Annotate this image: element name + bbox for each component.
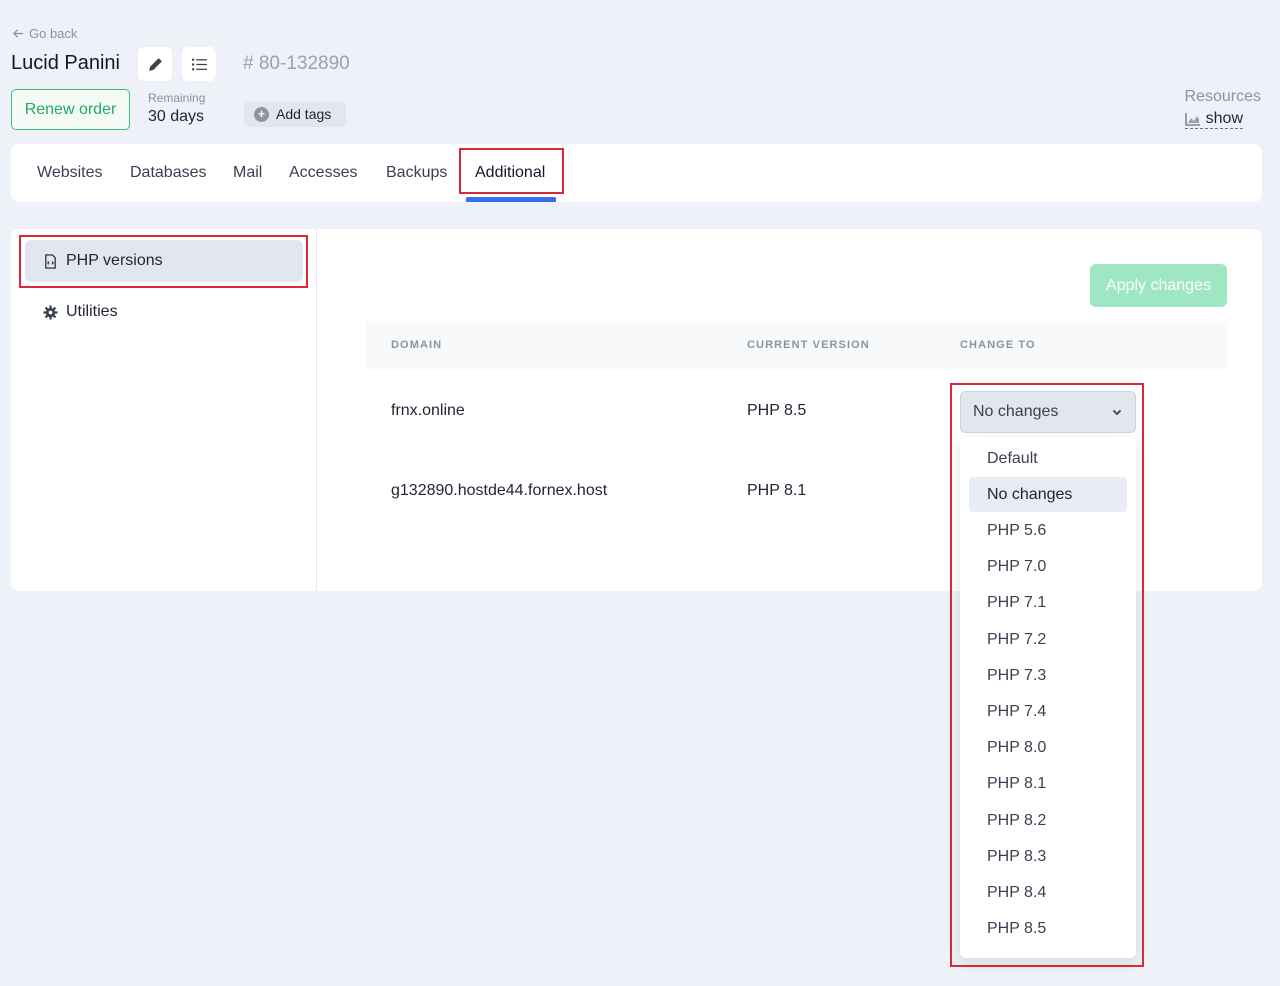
edit-button[interactable] [138, 47, 172, 81]
dropdown-option[interactable]: PHP 8.2 [969, 803, 1127, 838]
tab-additional[interactable]: Additional [475, 144, 545, 202]
dropdown-option[interactable]: PHP 5.6 [969, 513, 1127, 548]
renew-order-button[interactable]: Renew order [11, 89, 130, 130]
sidebar-divider [316, 229, 317, 591]
dropdown-option[interactable]: PHP 7.4 [969, 694, 1127, 729]
add-tags-button[interactable]: + Add tags [244, 101, 346, 127]
tab-databases[interactable]: Databases [130, 144, 207, 202]
column-header-domain: DOMAIN [391, 339, 443, 351]
tab-accesses[interactable]: Accesses [289, 144, 357, 202]
remaining-value: 30 days [148, 108, 205, 125]
column-header-change-to: CHANGE TO [960, 339, 1036, 351]
row-current-version: PHP 8.1 [747, 482, 807, 499]
dropdown-option[interactable]: PHP 8.0 [969, 731, 1127, 766]
remaining-label: Remaining [148, 91, 206, 105]
dropdown-option[interactable]: PHP 7.1 [969, 586, 1127, 621]
go-back-link[interactable]: Go back [12, 26, 77, 41]
sidebar-item-label: PHP versions [66, 252, 163, 269]
select-value: No changes [973, 403, 1059, 420]
dropdown-option[interactable]: PHP 7.2 [969, 622, 1127, 657]
apply-changes-button[interactable]: Apply changes [1090, 264, 1227, 307]
gear-icon [43, 304, 58, 320]
active-tab-indicator [466, 197, 556, 202]
go-back-label: Go back [29, 26, 78, 41]
code-file-icon [45, 253, 56, 269]
dropdown-option[interactable]: PHP 7.3 [969, 658, 1127, 693]
row-current-version: PHP 8.5 [747, 402, 807, 419]
sidebar-item-label: Utilities [66, 303, 118, 320]
arrow-left-icon [12, 29, 24, 38]
plus-circle-icon: + [254, 106, 269, 122]
tab-mail[interactable]: Mail [233, 144, 262, 202]
row-domain: frnx.online [391, 402, 465, 419]
resources-show-link[interactable]: show [1184, 110, 1243, 129]
dropdown-option[interactable]: PHP 8.1 [969, 767, 1127, 802]
pencil-icon [148, 57, 162, 71]
tab-websites[interactable]: Websites [37, 144, 103, 202]
sidebar-item-php-versions[interactable]: PHP versions [25, 240, 303, 282]
dropdown-option[interactable]: PHP 8.5 [969, 912, 1127, 947]
dropdown-option[interactable]: PHP 8.3 [969, 839, 1127, 874]
row-domain: g132890.hostde44.fornex.host [391, 482, 608, 499]
order-id: # 80-132890 [243, 53, 350, 74]
tab-backups[interactable]: Backups [386, 144, 447, 202]
dropdown-option[interactable]: No changes [969, 477, 1127, 513]
resources-show-label: show [1205, 110, 1243, 127]
add-tags-label: Add tags [276, 106, 332, 122]
page-title: Lucid Panini [11, 52, 120, 74]
column-header-current-version: CURRENT VERSION [747, 339, 870, 351]
dropdown-option[interactable]: PHP 7.0 [969, 550, 1127, 585]
chart-icon [1184, 113, 1200, 126]
sidebar-item-utilities[interactable]: Utilities [25, 291, 303, 333]
list-icon [191, 58, 207, 70]
dropdown-option[interactable]: PHP 8.4 [969, 875, 1127, 910]
resources-label: Resources [1184, 88, 1261, 105]
change-to-select[interactable]: No changes [960, 391, 1136, 433]
chevron-down-icon [1112, 409, 1122, 416]
tabs-bar: Websites Databases Mail Accesses Backups… [11, 144, 1262, 202]
dropdown-option[interactable]: Default [969, 441, 1127, 476]
list-button[interactable] [182, 47, 216, 81]
